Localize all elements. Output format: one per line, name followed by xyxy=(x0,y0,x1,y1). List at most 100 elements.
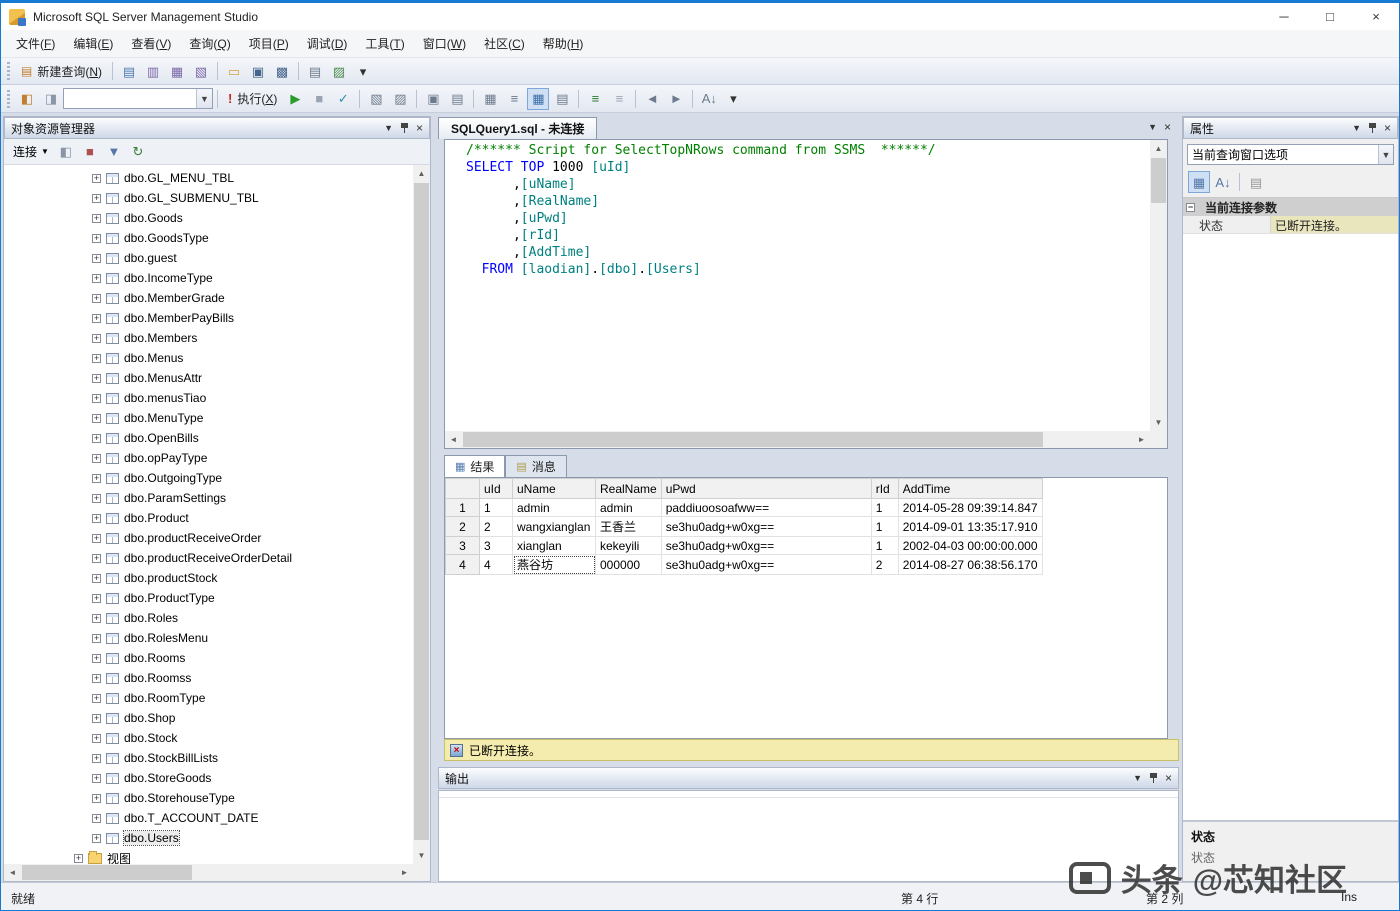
analysis-dmx-query-icon[interactable]: ▦ xyxy=(166,60,188,82)
expand-icon[interactable]: + xyxy=(92,174,101,183)
table-cell[interactable]: se3hu0adg+w0xg== xyxy=(661,555,871,575)
connect-button[interactable]: 连接 ▼ xyxy=(8,141,54,162)
table-cell[interactable]: paddiuoosoafww== xyxy=(661,499,871,517)
expand-icon[interactable]: + xyxy=(92,254,101,263)
scroll-right-icon[interactable]: ► xyxy=(1133,431,1150,448)
table-cell[interactable]: 2014-09-01 13:35:17.910 xyxy=(898,517,1042,537)
tree-item[interactable]: +dbo.GL_MENU_TBL xyxy=(4,168,413,188)
debug-icon[interactable]: ▶ xyxy=(284,88,306,110)
row-header[interactable]: 2 xyxy=(446,517,480,537)
analysis-xmla-query-icon[interactable]: ▧ xyxy=(190,60,212,82)
menu-tools[interactable]: 工具(T) xyxy=(356,31,413,56)
table-cell[interactable]: 王香兰 xyxy=(596,517,662,537)
alphabetical-icon[interactable]: A↓ xyxy=(1212,171,1234,193)
expand-icon[interactable]: + xyxy=(92,394,101,403)
tree-item[interactable]: +dbo.IncomeType xyxy=(4,268,413,288)
toolbar-grip[interactable] xyxy=(7,90,10,108)
tree-item[interactable]: +dbo.productReceiveOrderDetail xyxy=(4,548,413,568)
scroll-right-icon[interactable]: ► xyxy=(396,864,413,881)
column-header[interactable]: rId xyxy=(871,479,898,499)
tree-item[interactable]: +dbo.productReceiveOrder xyxy=(4,528,413,548)
tree-item[interactable]: +dbo.ParamSettings xyxy=(4,488,413,508)
pin-icon[interactable] xyxy=(1149,772,1158,784)
table-cell[interactable]: 2014-05-28 09:39:14.847 xyxy=(898,499,1042,517)
table-cell[interactable]: wangxianglan xyxy=(513,517,596,537)
chevron-down-icon[interactable]: ▼ xyxy=(1378,145,1393,164)
template-parameters-icon[interactable]: ▤ xyxy=(446,88,468,110)
expand-icon[interactable]: + xyxy=(92,614,101,623)
scrollbar-thumb[interactable] xyxy=(22,865,192,880)
expand-icon[interactable]: + xyxy=(92,714,101,723)
editor-horizontal-scrollbar[interactable]: ◄ ► xyxy=(445,431,1150,448)
disconnect-icon[interactable]: ◧ xyxy=(55,141,77,163)
close-panel-icon[interactable]: × xyxy=(1384,121,1391,135)
decrease-indent-icon[interactable]: ◄ xyxy=(641,88,663,110)
expand-icon[interactable]: + xyxy=(92,214,101,223)
tree-item[interactable]: +dbo.GL_SUBMENU_TBL xyxy=(4,188,413,208)
tree-item[interactable]: +dbo.Users xyxy=(4,828,413,848)
expand-icon[interactable]: + xyxy=(92,454,101,463)
activity-monitor-icon[interactable]: ▨ xyxy=(328,60,350,82)
column-header[interactable]: AddTime xyxy=(898,479,1042,499)
tree-item[interactable]: +dbo.StoreGoods xyxy=(4,768,413,788)
expand-icon[interactable]: + xyxy=(74,854,83,863)
open-file-icon[interactable]: ▭ xyxy=(223,60,245,82)
menu-query[interactable]: 查询(Q) xyxy=(180,31,239,56)
expand-icon[interactable]: + xyxy=(92,434,101,443)
results-to-grid-icon[interactable]: ▦ xyxy=(527,88,549,110)
property-row[interactable]: 状态 已断开连接。 xyxy=(1183,216,1398,234)
tree-item[interactable]: +dbo.RolesMenu xyxy=(4,628,413,648)
expand-icon[interactable]: + xyxy=(92,334,101,343)
tree-item[interactable]: +dbo.menusTiao xyxy=(4,388,413,408)
stop-icon[interactable]: ■ xyxy=(79,141,101,163)
expand-icon[interactable]: + xyxy=(92,194,101,203)
tree-item[interactable]: +dbo.Stock xyxy=(4,728,413,748)
expand-icon[interactable]: + xyxy=(92,294,101,303)
tree-item[interactable]: +dbo.Rooms xyxy=(4,648,413,668)
row-header[interactable]: 1 xyxy=(446,499,480,517)
tree-vertical-scrollbar[interactable]: ▲ ▼ xyxy=(413,165,430,864)
column-header[interactable]: uId xyxy=(480,479,513,499)
table-cell[interactable]: se3hu0adg+w0xg== xyxy=(661,517,871,537)
expand-icon[interactable]: + xyxy=(92,474,101,483)
expand-icon[interactable]: + xyxy=(92,234,101,243)
expand-icon[interactable]: + xyxy=(92,814,101,823)
table-cell[interactable]: 000000 xyxy=(596,555,662,575)
database-selector-combobox[interactable]: ▼ xyxy=(63,88,213,109)
expand-icon[interactable]: + xyxy=(92,754,101,763)
scroll-up-icon[interactable]: ▲ xyxy=(1150,140,1167,157)
scroll-left-icon[interactable]: ◄ xyxy=(4,864,21,881)
expand-icon[interactable]: + xyxy=(92,314,101,323)
table-cell[interactable]: 2 xyxy=(480,517,513,537)
expand-icon[interactable]: + xyxy=(92,774,101,783)
tree-item[interactable]: +dbo.MenusAttr xyxy=(4,368,413,388)
intellisense-icon[interactable]: ▣ xyxy=(422,88,444,110)
tab-results[interactable]: ▦ 结果 xyxy=(444,455,505,477)
table-cell[interactable]: 1 xyxy=(480,499,513,517)
increase-indent-icon[interactable]: ► xyxy=(665,88,687,110)
save-icon[interactable]: ▣ xyxy=(247,60,269,82)
tree-item[interactable]: +dbo.Product xyxy=(4,508,413,528)
table-cell[interactable]: 1 xyxy=(871,537,898,555)
close-panel-icon[interactable]: × xyxy=(1165,771,1172,785)
window-position-chevron-icon[interactable]: ▼ xyxy=(384,123,393,133)
tree-item[interactable]: +dbo.MenuType xyxy=(4,408,413,428)
table-cell[interactable]: 燕谷坊 xyxy=(513,555,596,575)
analysis-mdx-query-icon[interactable]: ▥ xyxy=(142,60,164,82)
row-header[interactable]: 4 xyxy=(446,555,480,575)
expand-icon[interactable]: + xyxy=(92,574,101,583)
table-cell[interactable]: admin xyxy=(513,499,596,517)
tree-item[interactable]: +dbo.opPayType xyxy=(4,448,413,468)
expand-icon[interactable]: + xyxy=(92,794,101,803)
expand-icon[interactable]: + xyxy=(92,594,101,603)
execute-button[interactable]: ! 执行(X) xyxy=(222,88,283,110)
show-estimated-plan-icon[interactable]: ▧ xyxy=(365,88,387,110)
table-cell[interactable]: 2014-08-27 06:38:56.170 xyxy=(898,555,1042,575)
refresh-icon[interactable]: ↻ xyxy=(127,141,149,163)
tree-item[interactable]: +dbo.StorehouseType xyxy=(4,788,413,808)
table-cell[interactable]: 1 xyxy=(871,517,898,537)
connect-icon[interactable]: ◧ xyxy=(16,88,38,110)
tree-item[interactable]: +dbo.Roomss xyxy=(4,668,413,688)
collapse-icon[interactable]: − xyxy=(1186,203,1195,212)
query-options-icon[interactable]: ▨ xyxy=(389,88,411,110)
